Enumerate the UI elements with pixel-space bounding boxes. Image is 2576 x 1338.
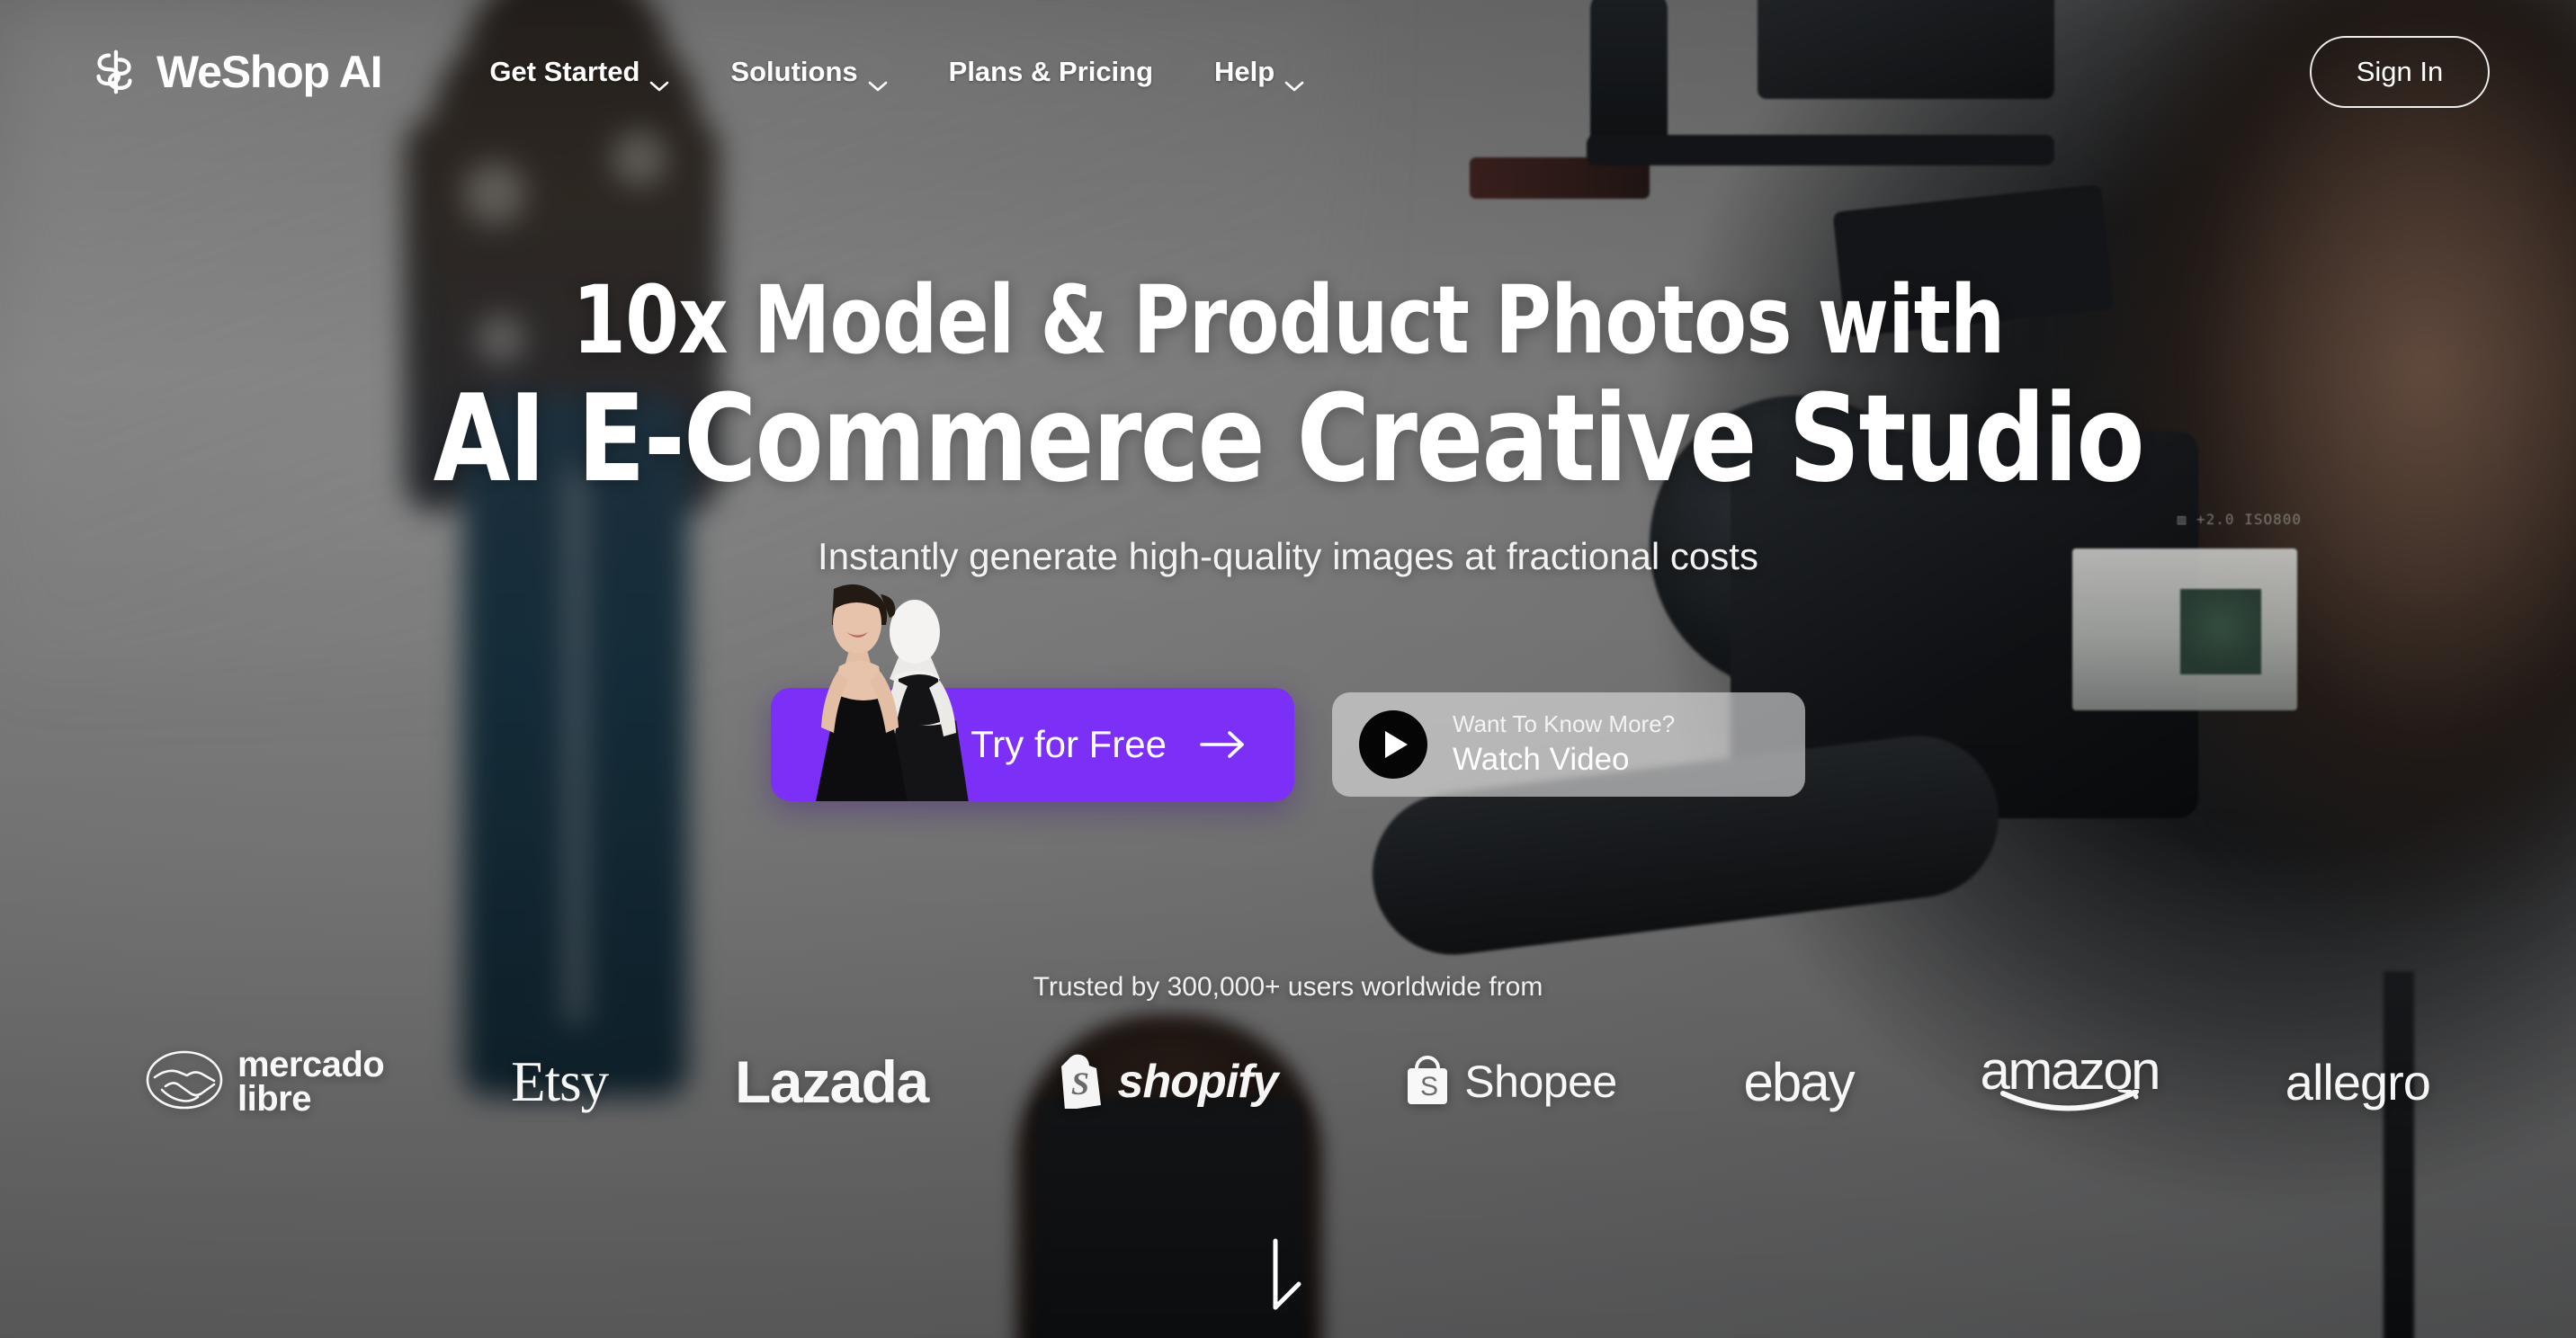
try-for-free-button[interactable]: Try for Free — [771, 688, 1294, 802]
arrow-down-icon — [1263, 1238, 1313, 1324]
hero-section: ▥ +2.0 ISO800 WeShop AI Get Started — [0, 0, 2576, 1338]
shopee-bag-icon: S — [1404, 1052, 1451, 1112]
libre-line: libre — [237, 1079, 311, 1119]
chevron-down-icon — [649, 67, 669, 91]
partner-logo-lazada[interactable]: Lazada — [735, 1040, 929, 1123]
mercado-libre-wordmark: mercado libre — [237, 1044, 385, 1119]
partner-logo-etsy[interactable]: Etsy — [511, 1040, 609, 1123]
watch-video-kicker: Want To Know More? — [1453, 710, 1676, 738]
handshake-icon — [146, 1050, 223, 1114]
watch-video-label: Watch Video — [1453, 741, 1630, 777]
partner-logo-shopify[interactable]: S shopify — [1055, 1040, 1278, 1123]
svg-text:S: S — [1420, 1072, 1438, 1102]
top-navigation-bar: WeShop AI Get Started Solutions Plans & … — [0, 0, 2576, 144]
nav-item-help[interactable]: Help — [1184, 43, 1335, 101]
nav-item-label: Solutions — [730, 56, 858, 87]
partner-logo-mercado-libre[interactable]: mercado libre — [146, 1040, 385, 1123]
sign-in-button[interactable]: Sign In — [2310, 36, 2490, 108]
watch-video-button[interactable]: Want To Know More? Watch Video — [1332, 692, 1805, 798]
hero-subheadline: Instantly generate high-quality images a… — [818, 535, 1758, 578]
partner-logo-amazon[interactable]: amazon — [1980, 1039, 2160, 1123]
shopping-bag-icon: S — [1055, 1051, 1105, 1113]
headline-line-2: AI E-Commerce Creative Studio — [433, 369, 2144, 510]
watch-video-text: Want To Know More? Watch Video — [1453, 709, 1675, 779]
svg-text:S: S — [1071, 1066, 1089, 1102]
partner-logo-allegro[interactable]: allegro — [2285, 1040, 2431, 1123]
brand-name: WeShop AI — [157, 47, 383, 97]
headline-line-1: 10x Model & Product Photos with — [571, 265, 2005, 375]
amazon-smile-icon — [1998, 1087, 2142, 1118]
nav-item-get-started[interactable]: Get Started — [459, 43, 700, 101]
background-scrim — [0, 0, 2576, 1338]
play-icon — [1359, 710, 1427, 780]
arrow-right-icon — [1199, 730, 1246, 759]
nav-item-label: Help — [1214, 56, 1275, 87]
brand-logo[interactable]: WeShop AI — [86, 44, 383, 100]
scroll-down-button[interactable] — [1263, 1237, 1313, 1320]
cta-row: Try for Free Want To Know More? Watch Vi… — [771, 584, 1805, 804]
chevron-down-icon — [1284, 67, 1304, 91]
partner-logo-shopee[interactable]: S Shopee — [1404, 1040, 1617, 1123]
nav-item-label: Plans & Pricing — [948, 56, 1154, 87]
nav-item-solutions[interactable]: Solutions — [700, 43, 917, 101]
amazon-wordmark: amazon — [1980, 1039, 2160, 1101]
weshop-knot-logo-icon — [86, 44, 142, 100]
nav-links: Get Started Solutions Plans & Pricing He… — [459, 43, 1335, 101]
shopify-wordmark: shopify — [1117, 1056, 1279, 1109]
try-for-free-label: Try for Free — [970, 723, 1167, 766]
partner-logo-ebay[interactable]: ebay — [1744, 1040, 1856, 1123]
trusted-by-text: Trusted by 300,000+ users worldwide from — [1033, 972, 1543, 1003]
mercado-line: mercado — [237, 1044, 385, 1084]
shopee-wordmark: Shopee — [1464, 1057, 1617, 1108]
page-title: 10x Model & Product Photos with AI E-Com… — [359, 270, 2218, 508]
nav-item-label: Get Started — [489, 56, 640, 87]
chevron-down-icon — [868, 67, 888, 91]
partner-logo-row: mercado libre Etsy Lazada S shopify S Sh… — [119, 1040, 2457, 1123]
nav-item-plans-pricing[interactable]: Plans & Pricing — [918, 43, 1184, 101]
